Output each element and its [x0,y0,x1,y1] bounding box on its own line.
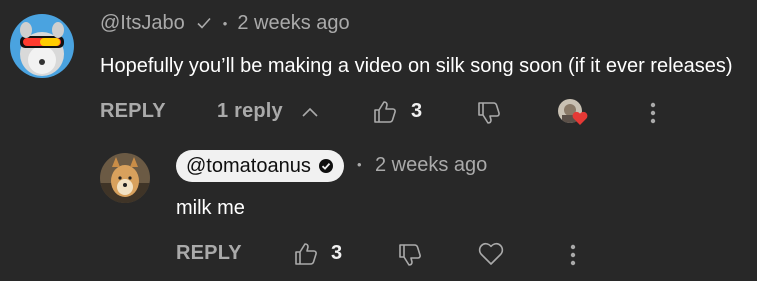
reply-button[interactable]: REPLY [100,100,166,123]
like-count: 3 [411,100,423,122]
chevron-up-icon [301,106,319,118]
reply-reply-button[interactable]: REPLY [176,242,242,265]
thumbs-up-icon[interactable] [372,99,398,125]
separator-dot: • [222,15,228,31]
heart-icon[interactable] [478,242,504,266]
replies-count-label: 1 reply [217,100,283,122]
creator-heart-badge [558,99,592,129]
creator-heart-icon [572,111,588,126]
separator-dot: • [357,157,362,172]
reply-author-avatar[interactable] [100,153,150,203]
comment-author[interactable]: @ItsJabo [100,12,185,35]
commenter-avatar[interactable] [10,14,74,78]
thumbs-down-icon[interactable] [476,100,502,126]
thumbs-up-icon[interactable] [293,241,319,267]
creator-name-pill[interactable]: @tomatoanus [176,150,344,182]
reply-text: milk me [176,197,245,219]
verified-check-icon [195,14,213,32]
comment-timestamp[interactable]: 2 weeks ago [237,12,349,35]
comment-header: @ItsJabo • 2 weeks ago [100,10,350,36]
more-vertical-icon[interactable] [647,100,659,126]
more-vertical-icon[interactable] [567,242,579,268]
comment-text: Hopefully you’ll be making a video on si… [100,55,733,77]
reply-timestamp[interactable]: 2 weeks ago [375,154,487,177]
thumbs-down-icon[interactable] [397,242,423,268]
view-replies-toggle[interactable]: 1 reply [217,100,319,123]
verified-badge-icon [318,158,334,174]
reply-author: @tomatoanus [186,154,311,177]
reply-like-count: 3 [331,242,343,264]
